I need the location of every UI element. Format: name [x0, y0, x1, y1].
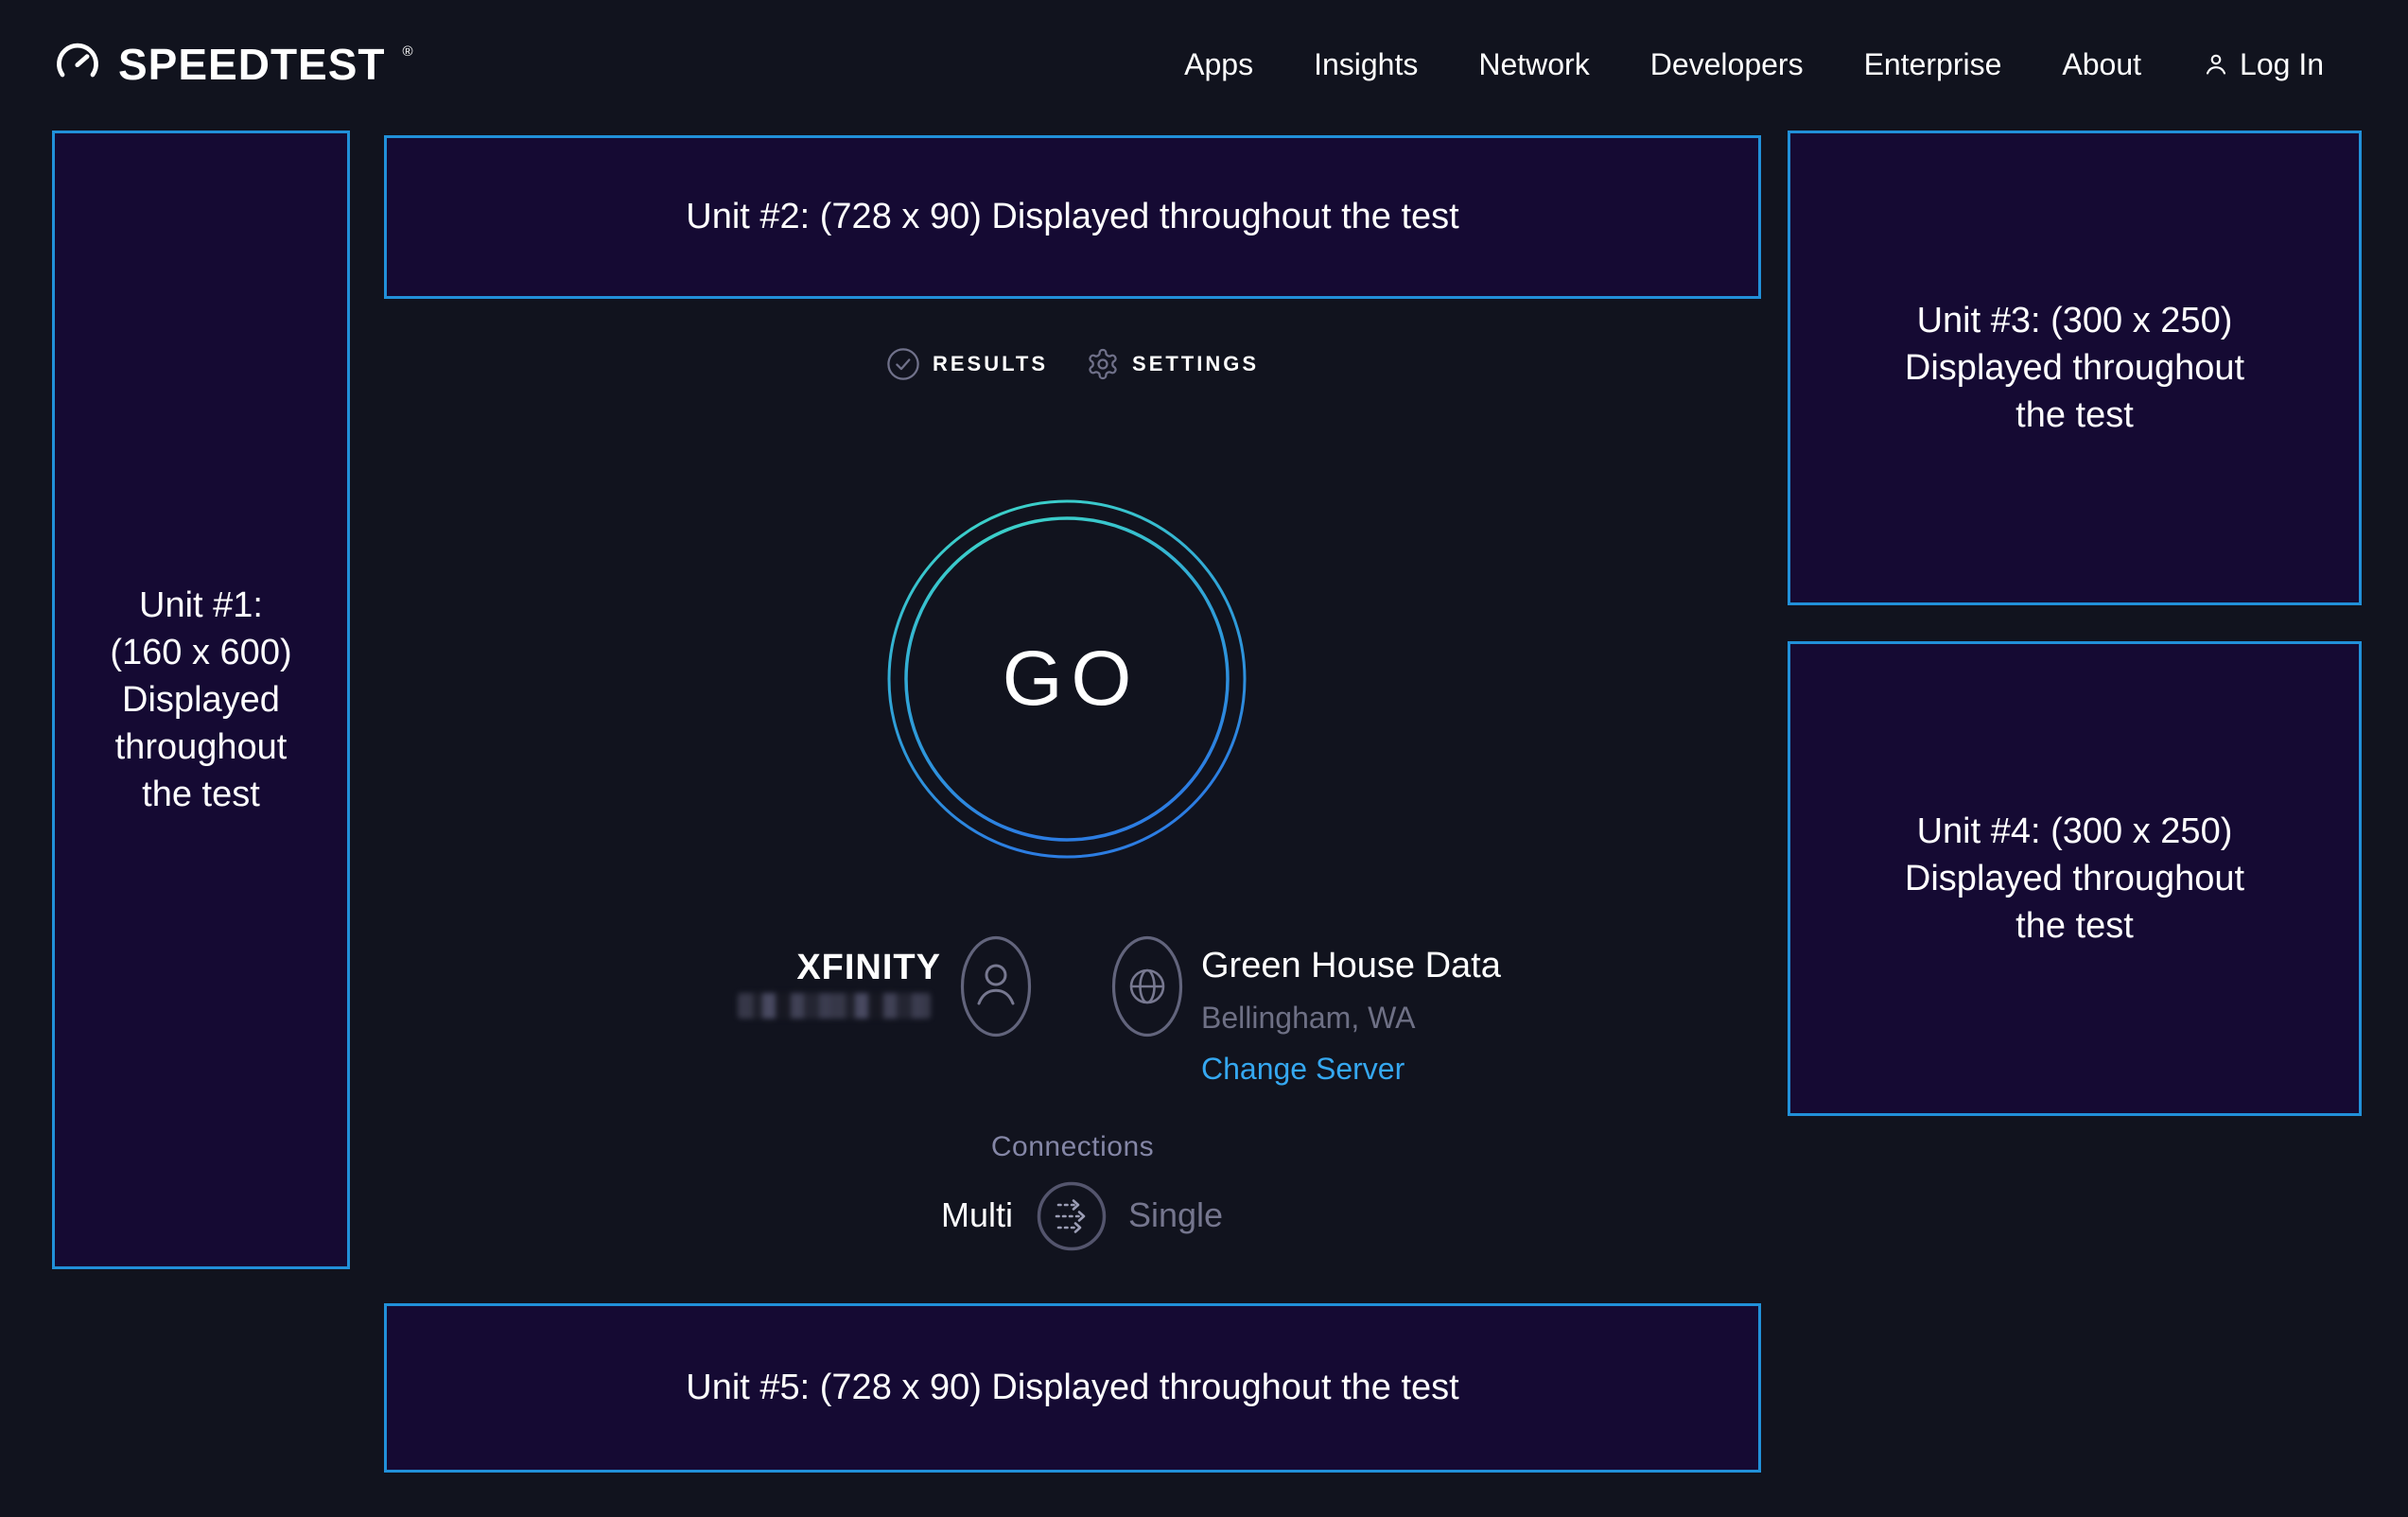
nav-links: Apps Insights Network Developers Enterpr…: [1184, 47, 2324, 82]
server-globe-icon: [1111, 935, 1183, 1037]
ad-unit-3[interactable]: Unit #3: (300 x 250) Displayed throughou…: [1788, 131, 2362, 605]
change-server-link[interactable]: Change Server: [1201, 1052, 1405, 1087]
server-location: Bellingham, WA: [1201, 1001, 1415, 1036]
gauge-icon: [52, 39, 103, 90]
tab-settings[interactable]: SETTINGS: [1086, 347, 1259, 381]
user-icon: [2202, 50, 2230, 78]
tab-results-label: RESULTS: [933, 352, 1048, 376]
nav-item-apps[interactable]: Apps: [1184, 47, 1253, 82]
login-label: Log In: [2240, 47, 2324, 82]
ad-unit-2[interactable]: Unit #2: (728 x 90) Displayed throughout…: [384, 135, 1761, 299]
login-button[interactable]: Log In: [2202, 47, 2324, 82]
ad-unit-4[interactable]: Unit #4: (300 x 250) Displayed throughou…: [1788, 641, 2362, 1116]
tab-results[interactable]: RESULTS: [886, 347, 1048, 381]
go-button-label: GO: [1003, 635, 1141, 724]
connections-toggle-icon[interactable]: [1036, 1180, 1108, 1252]
speedtest-page: SPEEDTEST ® Apps Insights Network Develop…: [0, 0, 2408, 1517]
nav-item-network[interactable]: Network: [1478, 47, 1589, 82]
ad-unit-1[interactable]: Unit #1: (160 x 600) Displayed throughou…: [52, 131, 350, 1269]
ad-unit-5[interactable]: Unit #5: (728 x 90) Displayed throughout…: [384, 1303, 1761, 1473]
logo-wordmark: SPEEDTEST: [118, 39, 386, 90]
top-nav: SPEEDTEST ® Apps Insights Network Develop…: [0, 0, 2408, 129]
connections-label: Connections: [384, 1131, 1761, 1163]
connections-multi-option[interactable]: Multi: [846, 1195, 1013, 1235]
server-name: Green House Data: [1201, 946, 1501, 986]
isp-name[interactable]: XFINITY: [714, 948, 941, 988]
ad-unit-5-text: Unit #5: (728 x 90) Displayed throughout…: [686, 1364, 1458, 1411]
nav-item-about[interactable]: About: [2062, 47, 2141, 82]
nav-item-developers[interactable]: Developers: [1650, 47, 1804, 82]
isp-user-icon: [960, 935, 1032, 1037]
gear-icon: [1086, 347, 1120, 381]
nav-item-enterprise[interactable]: Enterprise: [1864, 47, 2002, 82]
speedtest-logo[interactable]: SPEEDTEST ®: [52, 39, 411, 90]
view-tabs: RESULTS SETTINGS: [384, 342, 1761, 386]
ad-unit-2-text: Unit #2: (728 x 90) Displayed throughout…: [686, 193, 1458, 240]
redacted-ip-address: [738, 993, 931, 1019]
ad-unit-3-text: Unit #3: (300 x 250) Displayed throughou…: [1905, 297, 2244, 439]
logo-trademark: ®: [403, 44, 413, 60]
go-button[interactable]: GO: [887, 499, 1247, 859]
tab-settings-label: SETTINGS: [1132, 352, 1259, 376]
ad-unit-4-text: Unit #4: (300 x 250) Displayed throughou…: [1905, 808, 2244, 950]
check-circle-icon: [886, 347, 920, 381]
ad-unit-1-text: Unit #1: (160 x 600) Displayed throughou…: [110, 582, 291, 819]
nav-item-insights[interactable]: Insights: [1314, 47, 1418, 82]
connections-single-option[interactable]: Single: [1128, 1195, 1223, 1235]
